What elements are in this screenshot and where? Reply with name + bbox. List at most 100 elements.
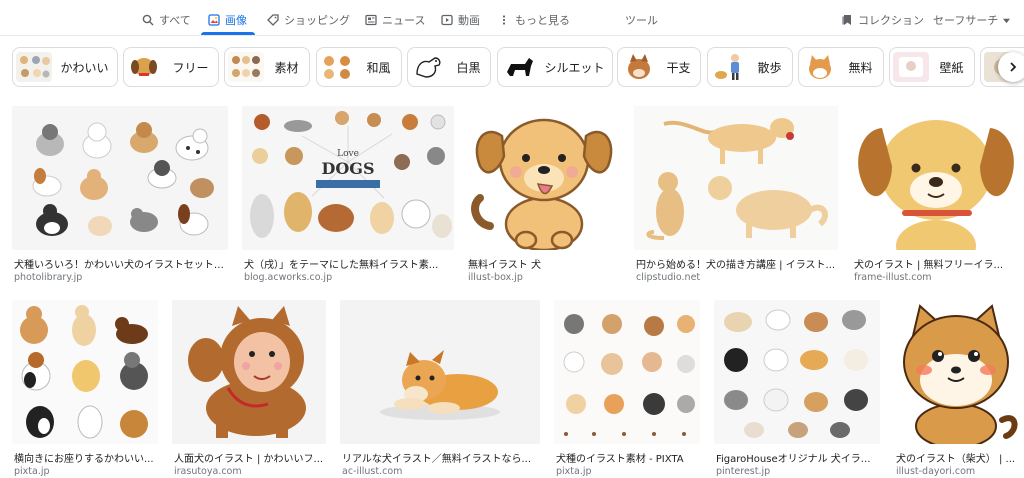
result-thumbnail[interactable] xyxy=(894,300,1018,444)
tab-images-label: 画像 xyxy=(225,14,247,27)
tab-shopping[interactable]: ショッピング xyxy=(267,9,350,31)
chip-thumbnail xyxy=(228,52,264,82)
tab-news[interactable]: ニュース xyxy=(365,9,425,31)
tab-shopping-label: ショッピング xyxy=(284,14,350,27)
safesearch-label: セーフサーチ xyxy=(933,14,999,27)
chip-thumbnail xyxy=(893,52,929,82)
chip-label: 干支 xyxy=(666,60,691,75)
chip-thumbnail xyxy=(711,52,747,82)
tab-images[interactable]: 画像 xyxy=(208,9,247,31)
result-title[interactable]: FigaroHouseオリジナル 犬イラス... xyxy=(716,450,878,465)
chip-thumbnail xyxy=(127,52,163,82)
tab-more-label: もっと見る xyxy=(515,14,570,27)
result-thumbnail[interactable] xyxy=(466,106,620,250)
dogs-text: DOGS xyxy=(321,159,374,178)
chip-label: 無料 xyxy=(848,60,873,75)
chip-thumbnail xyxy=(802,52,838,82)
nav-divider xyxy=(0,35,1024,36)
chip-sanpo[interactable]: 散歩 xyxy=(707,47,793,87)
chip-sozai[interactable]: 素材 xyxy=(224,47,310,87)
tab-videos[interactable]: 動画 xyxy=(441,9,480,31)
chip-thumbnail xyxy=(320,52,356,82)
chip-silhouette[interactable]: シルエット xyxy=(497,47,613,87)
tools-label: ツール xyxy=(625,14,658,27)
chip-label: 素材 xyxy=(274,60,299,75)
tab-all-label: すべて xyxy=(159,14,191,27)
collections-button[interactable]: コレクション xyxy=(841,9,924,31)
result-thumbnail[interactable] xyxy=(172,300,326,444)
result-source[interactable]: photolibrary.jp xyxy=(14,272,226,283)
result-title[interactable]: 人面犬のイラスト | かわいいフ... xyxy=(174,450,324,465)
image-result[interactable]: Love DOGS 犬（戌）」をテーマにした無料イラスト素... blog.ac… xyxy=(242,106,454,286)
chip-label: 散歩 xyxy=(757,60,782,75)
result-thumbnail[interactable] xyxy=(714,300,880,444)
result-title[interactable]: 円から始める！犬の描き方講座 | イラスト... xyxy=(636,256,836,271)
collections-label: コレクション xyxy=(858,14,924,27)
chip-label: フリー xyxy=(172,60,209,75)
tab-videos-label: 動画 xyxy=(458,14,480,27)
result-source[interactable]: pixta.jp xyxy=(14,466,156,477)
result-source[interactable]: clipstudio.net xyxy=(636,272,836,283)
tab-all[interactable]: すべて xyxy=(142,9,191,31)
result-source[interactable]: ac-illust.com xyxy=(342,466,538,477)
image-result[interactable]: リアルな犬イラスト／無料イラストなら... ac-illust.com xyxy=(340,300,540,477)
image-result[interactable]: 犬種いろいろ！かわいい犬のイラストセット ... photolibrary.jp xyxy=(12,106,228,286)
result-thumbnail[interactable] xyxy=(12,300,158,444)
search-tabs-bar: すべて 画像 ショッピング ニュース 動画 もっと見る ツール コレクション セ… xyxy=(0,0,1024,36)
image-result[interactable]: 犬のイラスト | 無料フリーイラ... frame-illust.com xyxy=(852,106,1018,286)
result-title[interactable]: リアルな犬イラスト／無料イラストなら... xyxy=(342,450,538,465)
safesearch-dropdown[interactable]: セーフサーチ xyxy=(933,9,1011,31)
result-title[interactable]: 横向きにお座りするかわいい... xyxy=(14,450,156,465)
result-title[interactable]: 犬のイラスト（柴犬） | ... xyxy=(896,450,1016,465)
news-icon xyxy=(365,14,377,26)
image-result[interactable]: 犬種のイラスト素材 - PIXTA pixta.jp xyxy=(554,300,700,477)
tab-news-label: ニュース xyxy=(382,14,426,27)
result-title[interactable]: 犬のイラスト | 無料フリーイラ... xyxy=(854,256,1016,271)
result-thumbnail[interactable] xyxy=(12,106,228,250)
result-title[interactable]: 犬（戌）」をテーマにした無料イラスト素... xyxy=(244,256,452,271)
chips-next-button[interactable] xyxy=(998,52,1024,82)
chip-thumbnail xyxy=(411,52,447,82)
chevron-right-icon xyxy=(1010,62,1017,72)
chip-thumbnail xyxy=(501,52,537,82)
result-title[interactable]: 無料イラスト 犬 xyxy=(468,256,618,271)
chip-shirokuro[interactable]: 白黒 xyxy=(407,47,491,87)
chip-label: 壁紙 xyxy=(939,60,964,75)
image-icon xyxy=(208,14,220,26)
search-icon xyxy=(142,14,154,26)
chip-wafu[interactable]: 和風 xyxy=(316,47,402,87)
result-source[interactable]: illust-dayori.com xyxy=(896,466,1016,477)
result-title[interactable]: 犬種のイラスト素材 - PIXTA xyxy=(556,450,698,465)
chip-eto[interactable]: 干支 xyxy=(617,47,701,87)
result-thumbnail[interactable]: Love DOGS xyxy=(242,106,454,250)
caret-down-icon xyxy=(1003,18,1011,23)
result-source[interactable]: blog.acworks.co.jp xyxy=(244,272,452,283)
result-source[interactable]: frame-illust.com xyxy=(854,272,1016,283)
result-thumbnail[interactable] xyxy=(634,106,838,250)
result-thumbnail[interactable] xyxy=(852,106,1018,250)
result-source[interactable]: pixta.jp xyxy=(556,466,698,477)
tab-more[interactable]: もっと見る xyxy=(498,9,570,31)
result-title[interactable]: 犬種いろいろ！かわいい犬のイラストセット ... xyxy=(14,256,226,271)
chip-kabegami[interactable]: 壁紙 xyxy=(889,47,975,87)
result-thumbnail[interactable] xyxy=(340,300,540,444)
image-result[interactable]: FigaroHouseオリジナル 犬イラス... pinterest.jp xyxy=(714,300,880,477)
chip-thumbnail xyxy=(16,52,52,82)
chip-label: 和風 xyxy=(366,60,391,75)
result-thumbnail[interactable] xyxy=(554,300,700,444)
tools-button[interactable]: ツール xyxy=(625,9,658,31)
result-source[interactable]: irasutoya.com xyxy=(174,466,324,477)
chip-kawaii[interactable]: かわいい xyxy=(12,47,118,87)
love-text: Love xyxy=(337,149,359,159)
image-result[interactable]: 犬のイラスト（柴犬） | ... illust-dayori.com xyxy=(894,300,1018,477)
bookmark-icon xyxy=(842,15,851,25)
chip-muryo[interactable]: 無料 xyxy=(798,47,884,87)
image-result[interactable]: 人面犬のイラスト | かわいいフ... irasutoya.com xyxy=(172,300,326,477)
chip-label: 白黒 xyxy=(456,60,481,75)
chip-free[interactable]: フリー xyxy=(123,47,219,87)
image-result[interactable]: 横向きにお座りするかわいい... pixta.jp xyxy=(12,300,158,477)
result-source[interactable]: illust-box.jp xyxy=(468,272,618,283)
image-result[interactable]: 円から始める！犬の描き方講座 | イラスト... clipstudio.net xyxy=(634,106,838,286)
image-result[interactable]: 無料イラスト 犬 illust-box.jp xyxy=(466,106,620,286)
result-source[interactable]: pinterest.jp xyxy=(716,466,878,477)
